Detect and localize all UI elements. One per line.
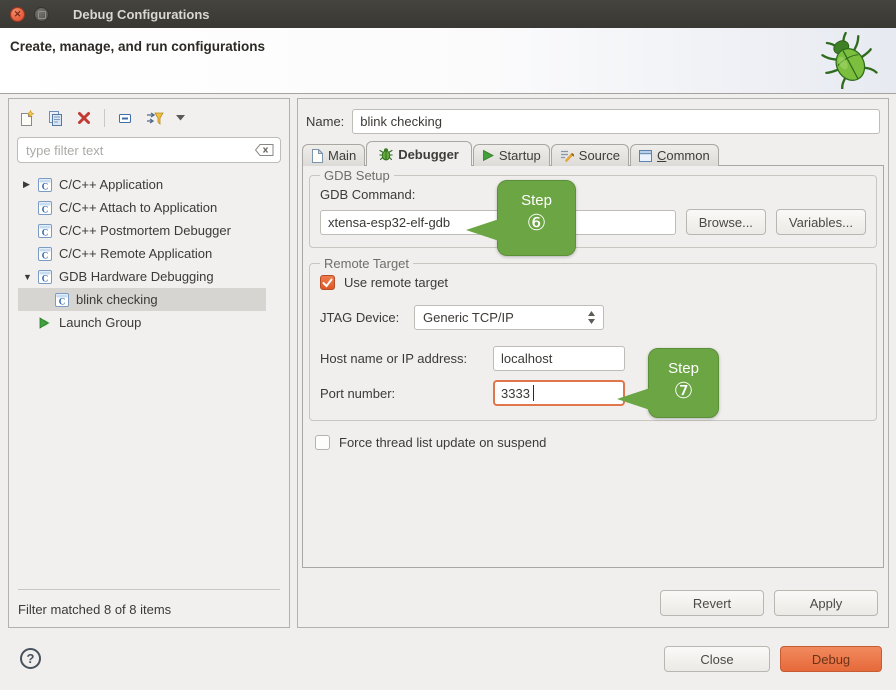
launch-group-icon xyxy=(38,316,52,330)
debug-configurations-dialog: { "window": { "title": "Debug Configurat… xyxy=(0,0,896,690)
tab-startup[interactable]: Startup xyxy=(473,144,550,166)
jtag-device-combo[interactable]: Generic TCP/IP xyxy=(414,305,604,330)
remote-target-group: Remote Target Use remote target JTAG Dev… xyxy=(309,256,877,421)
filter-input[interactable] xyxy=(17,137,281,163)
step-6-callout: Step ⑥ xyxy=(497,180,576,256)
close-button[interactable]: Close xyxy=(664,646,770,672)
force-thread-label: Force thread list update on suspend xyxy=(339,435,546,450)
combo-spinner-icon xyxy=(588,311,595,324)
name-label: Name: xyxy=(306,114,344,129)
gdb-setup-group-label: GDB Setup xyxy=(320,168,394,183)
bug-icon xyxy=(379,147,393,161)
apply-button[interactable]: Apply xyxy=(774,590,878,616)
toolbar-menu-chevron-down-icon[interactable] xyxy=(176,115,185,121)
remote-target-group-label: Remote Target xyxy=(320,256,413,271)
browse-button[interactable]: Browse... xyxy=(686,209,766,235)
use-remote-target-label: Use remote target xyxy=(344,275,448,290)
callout-arrow-left-icon xyxy=(617,388,650,410)
toolbar-separator xyxy=(104,109,105,127)
tree-item-launch-group[interactable]: Launch Group xyxy=(18,311,280,334)
new-launch-configuration-icon[interactable] xyxy=(18,110,35,127)
name-row: Name: xyxy=(306,109,880,134)
jtag-device-row: JTAG Device: Generic TCP/IP xyxy=(320,305,866,330)
tree-item-cpp-postmortem[interactable]: C C/C++ Postmortem Debugger xyxy=(18,219,280,242)
port-label: Port number: xyxy=(320,386,493,401)
tab-common[interactable]: Common xyxy=(630,144,719,166)
svg-text:C: C xyxy=(42,250,49,260)
filter-launch-configurations-icon[interactable] xyxy=(146,110,164,127)
titlebar: Debug Configurations xyxy=(0,0,896,28)
c-application-icon: C xyxy=(38,201,52,215)
name-input[interactable] xyxy=(352,109,880,134)
callout-arrow-left-icon xyxy=(466,219,499,241)
window-icon xyxy=(639,150,652,162)
debug-button[interactable]: Debug xyxy=(780,646,882,672)
svg-text:C: C xyxy=(59,296,66,306)
debug-bug-icon xyxy=(820,31,878,92)
filter-status-text: Filter matched 8 of 8 items xyxy=(9,590,289,627)
revert-apply-buttons: Revert Apply xyxy=(660,590,878,616)
host-row: Host name or IP address: xyxy=(320,346,866,371)
step-7-callout: Step ⑦ xyxy=(648,348,719,418)
clear-filter-icon[interactable] xyxy=(255,144,274,159)
page-icon xyxy=(311,149,323,163)
configuration-editor-panel: Name: Main Debugger Startup xyxy=(297,98,889,628)
text-cursor xyxy=(533,385,534,401)
tree-item-gdb-hardware-debugging[interactable]: ▼ C GDB Hardware Debugging xyxy=(18,265,280,288)
force-thread-checkbox[interactable] xyxy=(315,435,330,450)
dialog-header: Create, manage, and run configurations xyxy=(0,28,896,94)
editor-tabs: Main Debugger Startup Source xyxy=(302,141,884,166)
variables-button[interactable]: Variables... xyxy=(776,209,866,235)
launch-configurations-panel: ▶ C C/C++ Application C C/C++ Attach to … xyxy=(8,98,290,628)
c-application-icon: C xyxy=(38,270,52,284)
port-input[interactable] xyxy=(493,380,625,406)
expand-expanded-icon[interactable]: ▼ xyxy=(23,272,38,282)
tree-item-cpp-remote[interactable]: C C/C++ Remote Application xyxy=(18,242,280,265)
tree-item-blink-checking[interactable]: C blink checking xyxy=(18,288,266,311)
gdb-setup-group: GDB Setup GDB Command: Browse... Variabl… xyxy=(309,168,877,248)
host-label: Host name or IP address: xyxy=(320,351,493,366)
collapse-all-icon[interactable] xyxy=(117,110,134,127)
c-application-icon: C xyxy=(38,247,52,261)
port-row: Port number: xyxy=(320,380,866,406)
delete-launch-configuration-icon[interactable] xyxy=(76,110,92,126)
jtag-device-label: JTAG Device: xyxy=(320,310,414,325)
force-thread-row: Force thread list update on suspend xyxy=(315,435,883,450)
c-application-icon: C xyxy=(38,224,52,238)
close-window-icon[interactable] xyxy=(10,7,25,22)
play-icon xyxy=(482,149,494,162)
check-icon xyxy=(322,278,333,288)
window-title: Debug Configurations xyxy=(73,7,210,22)
gdb-command-row: Browse... Variables... xyxy=(320,209,866,235)
duplicate-launch-configuration-icon[interactable] xyxy=(47,110,64,127)
use-remote-target-row: Use remote target xyxy=(320,275,866,290)
debugger-tab-content: GDB Setup GDB Command: Browse... Variabl… xyxy=(302,165,884,568)
host-input[interactable] xyxy=(493,346,625,371)
revert-button[interactable]: Revert xyxy=(660,590,764,616)
source-icon xyxy=(560,149,574,162)
gdb-command-label: GDB Command: xyxy=(320,187,866,202)
configurations-tree: ▶ C C/C++ Application C C/C++ Attach to … xyxy=(18,169,280,590)
help-button[interactable]: ? xyxy=(20,648,41,669)
c-application-icon: C xyxy=(55,293,69,307)
svg-text:C: C xyxy=(42,204,49,214)
maximize-window-icon[interactable] xyxy=(34,7,49,22)
use-remote-target-checkbox[interactable] xyxy=(320,275,335,290)
configurations-toolbar xyxy=(9,99,289,137)
tree-item-cpp-attach[interactable]: C C/C++ Attach to Application xyxy=(18,196,280,219)
tab-source[interactable]: Source xyxy=(551,144,629,166)
svg-text:C: C xyxy=(42,227,49,237)
c-application-icon: C xyxy=(38,178,52,192)
svg-text:C: C xyxy=(42,181,49,191)
dialog-header-title: Create, manage, and run configurations xyxy=(10,39,265,54)
expand-collapsed-icon[interactable]: ▶ xyxy=(23,179,38,190)
tree-item-cpp-application[interactable]: ▶ C C/C++ Application xyxy=(18,173,280,196)
tab-main[interactable]: Main xyxy=(302,144,365,166)
svg-text:C: C xyxy=(42,273,49,283)
footer-buttons: Close Debug xyxy=(664,646,882,672)
tab-debugger[interactable]: Debugger xyxy=(366,141,472,166)
filter-field-wrap xyxy=(17,137,281,163)
